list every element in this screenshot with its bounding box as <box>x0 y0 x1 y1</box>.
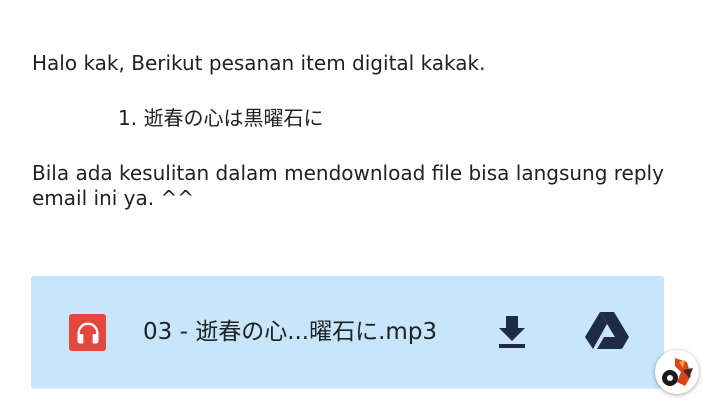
attachment-card[interactable]: 03 - 逝春の心...曜石に.mp3 <box>31 276 664 388</box>
save-to-drive-button[interactable] <box>584 310 630 352</box>
attachment-file-name[interactable]: 03 - 逝春の心...曜石に.mp3 <box>143 317 437 347</box>
download-icon <box>499 316 525 348</box>
avatar[interactable] <box>655 350 699 394</box>
greeting-text: Halo kak, Berikut pesanan item digital k… <box>32 51 486 75</box>
order-list: 1. 逝春の心は黒曜石に <box>118 106 323 131</box>
help-text: Bila ada kesulitan dalam mendownload fil… <box>32 161 664 210</box>
download-button[interactable] <box>492 312 532 352</box>
order-item: 1. 逝春の心は黒曜石に <box>118 106 324 130</box>
google-drive-icon <box>585 312 629 349</box>
headphones-icon <box>69 314 106 351</box>
